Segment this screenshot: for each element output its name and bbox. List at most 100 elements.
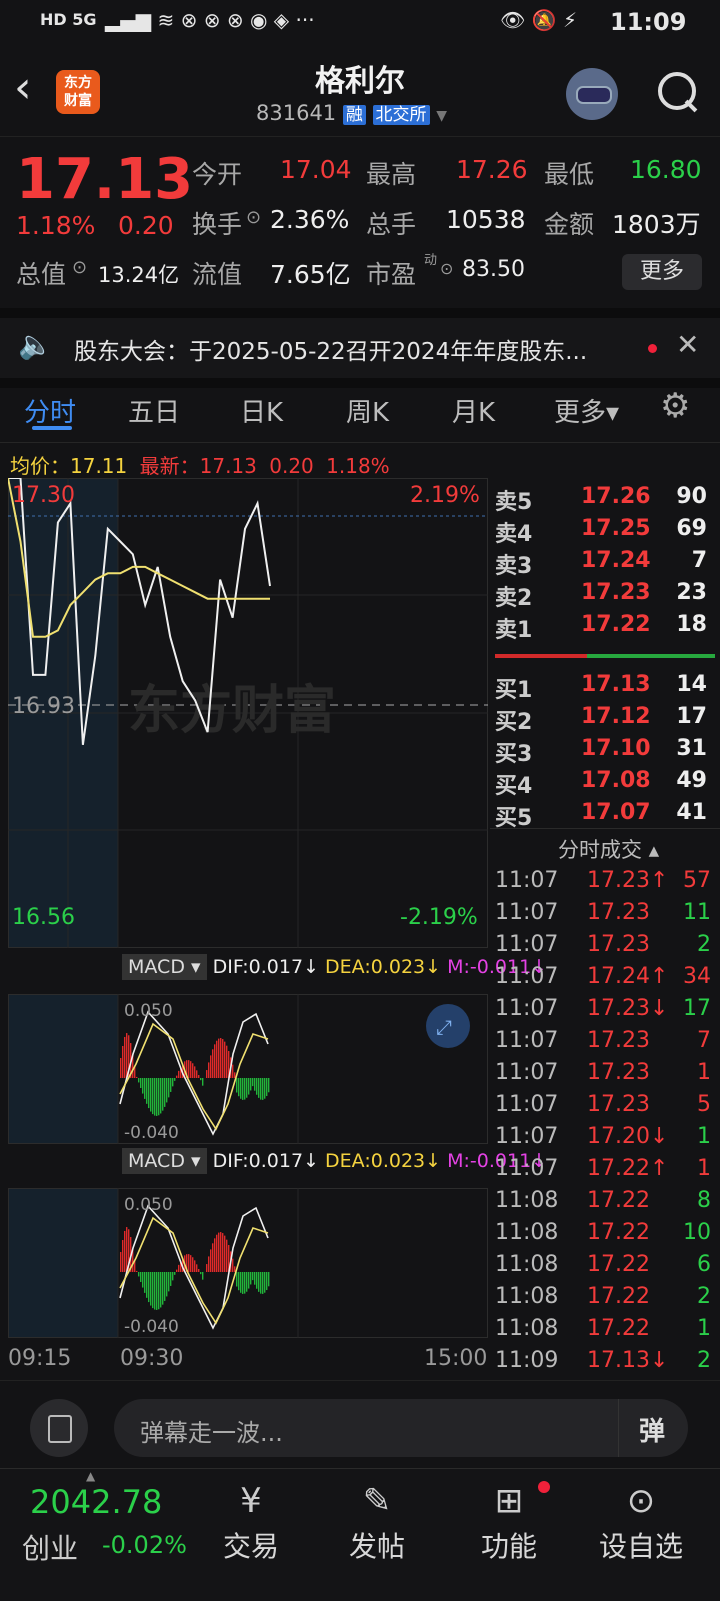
info-icon[interactable]: ⊙ — [246, 207, 261, 228]
tab-five-day[interactable]: 五日 — [128, 392, 180, 429]
status-network: HD 5G — [40, 10, 97, 29]
nav-post[interactable]: ✎ 发帖 — [322, 1481, 432, 1565]
macd-bar — [244, 1272, 246, 1294]
macd-bar — [260, 1272, 262, 1294]
macd-chart-2[interactable]: 0.050 -0.040 — [8, 1188, 488, 1338]
macd-bar — [256, 1078, 258, 1095]
intraday-chart[interactable]: 东方财富 17.30 2.19% 16.93 16.56 -2.19% — [8, 478, 488, 948]
latest-value: 17.13 — [199, 454, 257, 478]
tab-more[interactable]: 更多▾ — [554, 392, 619, 429]
macd-bar — [218, 1232, 220, 1272]
trade-time: 11:07 — [495, 1060, 559, 1085]
exchange-badge: 北交所 — [372, 105, 430, 125]
danmu-toggle-icon[interactable]: 弹 — [618, 1399, 689, 1457]
trade-time: 11:07 — [495, 1124, 559, 1149]
macd-bar — [268, 1272, 270, 1287]
trade-time: 11:08 — [495, 1220, 559, 1245]
tab-intraday[interactable]: 分时 — [24, 392, 76, 429]
nav-trade[interactable]: ¥ 交易 — [196, 1481, 306, 1565]
trade-qty: 10 — [683, 1220, 711, 1245]
bid-row[interactable]: 买1 17.13 14 — [495, 672, 715, 704]
ask-qty: 7 — [691, 548, 707, 573]
bid-row[interactable]: 买3 17.10 31 — [495, 736, 715, 768]
ask-row[interactable]: 卖1 17.22 18 — [495, 612, 715, 644]
nav-functions[interactable]: ⊞ 功能 — [454, 1481, 564, 1565]
macd-bar — [200, 1078, 202, 1081]
macd-bar — [202, 1272, 204, 1280]
comment-input[interactable]: 弹幕走一波... 弹 — [114, 1399, 688, 1457]
ask-row[interactable]: 卖3 17.24 7 — [495, 548, 715, 580]
macd-bar — [150, 1272, 152, 1306]
comment-list-icon[interactable] — [30, 1399, 88, 1457]
bid-qty: 41 — [676, 800, 707, 825]
trade-qty: 6 — [697, 1252, 711, 1277]
quote-panel: 17.13 1.18% 0.20 今开 17.04 最高 17.26 最低 16… — [0, 137, 720, 307]
ask-qty: 18 — [676, 612, 707, 637]
bid-row[interactable]: 买4 17.08 49 — [495, 768, 715, 800]
macd-bar — [238, 1272, 240, 1291]
macd-bar — [176, 1269, 178, 1272]
macd-chart-1[interactable]: 0.050 -0.040 ⤢ — [8, 994, 488, 1144]
macd-bar — [156, 1078, 158, 1116]
gear-icon[interactable]: ⚙ — [660, 386, 690, 426]
trade-time: 11:07 — [495, 1092, 559, 1117]
macd-bar — [260, 1078, 262, 1100]
macd-bar — [138, 1078, 140, 1083]
low-label: 最低 — [544, 160, 595, 189]
more-dots-icon: ⊙ — [626, 1481, 656, 1521]
index-value[interactable]: 2042.78 — [30, 1483, 162, 1521]
macd-bar — [192, 1063, 194, 1078]
macd-bar — [120, 1252, 122, 1272]
notice-bar[interactable]: 🔈 股东大会：于2025-05-22召开2024年年度股东... ✕ — [0, 308, 720, 388]
trade-time: 11:07 — [495, 868, 559, 893]
x-tick-open: 09:30 — [120, 1346, 184, 1371]
more-button[interactable]: 更多 — [622, 254, 702, 290]
trade-row: 11:08 17.22 10 — [495, 1220, 717, 1252]
dropdown-icon[interactable]: ▼ — [436, 108, 447, 124]
trades-title[interactable]: 分时成交 ▴ — [558, 834, 659, 864]
trade-row: 11:08 17.22 1 — [495, 1316, 717, 1348]
macd-bar — [198, 1074, 200, 1078]
macd-selector[interactable]: MACD ▾ — [122, 1148, 207, 1174]
index-name[interactable]: 创业 — [22, 1527, 78, 1567]
macd-bar — [122, 1046, 124, 1078]
edit-icon: ✎ — [362, 1481, 392, 1521]
mktcap-label: 总值 — [16, 260, 67, 289]
trade-time: 11:08 — [495, 1188, 559, 1213]
macd-selector[interactable]: MACD ▾ — [122, 954, 207, 980]
ask-row[interactable]: 卖5 17.26 90 — [495, 484, 715, 516]
tab-daily-k[interactable]: 日K — [240, 392, 283, 429]
latest-label: 最新： — [139, 454, 200, 478]
ask-row[interactable]: 卖2 17.23 23 — [495, 580, 715, 612]
trade-qty: 34 — [683, 964, 711, 989]
close-icon[interactable]: ✕ — [676, 328, 699, 361]
macd-bar — [256, 1272, 258, 1289]
trade-qty: 2 — [697, 932, 711, 957]
nav-functions-label: 功能 — [480, 1530, 537, 1563]
stock-code: 831641 — [256, 101, 337, 125]
macd-bar — [174, 1078, 176, 1081]
robot-assistant-icon[interactable] — [566, 68, 618, 120]
latest-chg: 0.20 — [269, 454, 314, 478]
bid-price: 17.08 — [581, 768, 651, 793]
macd-bar — [136, 1076, 138, 1078]
trade-qty: 1 — [697, 1124, 711, 1149]
macd-bar — [210, 1055, 212, 1078]
info-icon[interactable]: ⊙ — [440, 259, 453, 278]
trade-row: 11:07 17.20↓ 1 — [495, 1124, 717, 1156]
tab-indicator — [32, 426, 72, 430]
macd-bar — [150, 1078, 152, 1112]
bid-label: 买3 — [495, 742, 533, 767]
macd-bar — [156, 1272, 158, 1310]
notice-text[interactable]: 股东大会：于2025-05-22召开2024年年度股东... — [74, 332, 587, 366]
info-icon[interactable]: ⊙ — [72, 257, 87, 278]
ask-row[interactable]: 卖4 17.25 69 — [495, 516, 715, 548]
trade-price: 17.22 — [587, 1252, 650, 1277]
tab-monthly-k[interactable]: 月K — [452, 392, 495, 429]
macd-bar — [120, 1058, 122, 1078]
trade-price: 17.22 — [587, 1188, 650, 1213]
trade-time: 11:08 — [495, 1316, 559, 1341]
nav-add-watchlist[interactable]: ⊙ 设自选 — [586, 1481, 696, 1565]
tab-weekly-k[interactable]: 周K — [346, 392, 389, 429]
bid-row[interactable]: 买2 17.12 17 — [495, 704, 715, 736]
